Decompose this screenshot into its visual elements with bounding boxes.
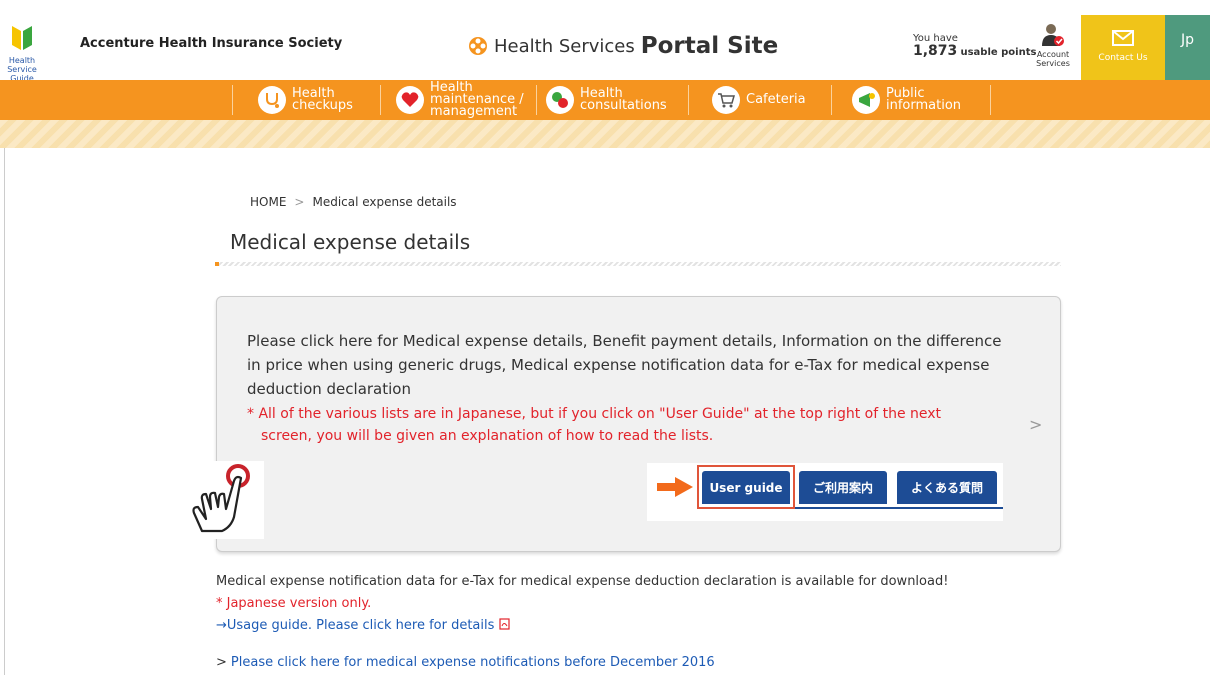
japanese-only-note: * Japanese version only. [216,596,372,611]
account-services-button[interactable]: Account Services [1034,22,1072,68]
arrow-right-icon [657,477,693,497]
org-name: Accenture Health Insurance Society [80,36,343,51]
card-note-line1: * All of the various lists are in Japane… [247,406,942,422]
info-megaphone-icon [852,86,880,114]
old-notifications-label: Please click here for medical expense no… [230,655,715,670]
portal-big: Portal Site [640,33,779,59]
pdf-icon [498,618,510,630]
nav-health-checkups[interactable]: Health checkups [258,80,353,120]
heart-icon [396,86,424,114]
header: Health Service Guide Accenture Health In… [0,0,1210,83]
health-service-guide-link[interactable]: Health Service Guide [0,24,44,84]
nav-divider [990,85,991,115]
nav-label: Health consultations [580,86,667,113]
usage-guide-jp-button[interactable]: ご利用案内 [799,471,887,504]
health-service-guide-label: Health Service Guide [7,56,37,83]
card-note-line2: screen, you will be given an explanation… [261,428,714,444]
chevron-right-icon: > [1029,415,1043,434]
nav-label: Health maintenance / management [430,80,524,119]
pointing-hand-icon [184,461,264,539]
stethoscope-icon [258,86,286,114]
left-border [4,148,5,675]
link-marker: > [216,655,227,670]
chat-bubbles-icon [546,86,574,114]
portal-flower-icon [469,37,487,55]
contact-us-button[interactable]: Contact Us [1081,15,1165,80]
usage-guide-link[interactable]: →Usage guide. Please click here for deta… [216,618,510,633]
beginner-mark-icon [12,26,32,50]
points-value: 1,873 [913,43,958,59]
main-nav: Health checkups Health maintenance / manage… [0,80,1210,120]
contact-us-label: Contact Us [1098,53,1148,63]
nav-label: Health checkups [292,86,353,113]
nav-divider [688,85,689,115]
account-services-label: Account Services [1036,50,1070,68]
nav-divider [536,85,537,115]
medical-expense-link-card[interactable]: Please click here for Medical expense de… [184,296,1061,552]
breadcrumb: HOME > Medical expense details [250,195,457,209]
card-description: Please click here for Medical expense de… [247,332,1002,398]
screenshot-button-strip: User guide ご利用案内 よくある質問 [647,463,1003,521]
nav-divider [831,85,832,115]
nav-public-information[interactable]: Public information [852,80,961,120]
faq-jp-button[interactable]: よくある質問 [897,471,997,504]
points-display: You have 1,873 usable points [913,33,1036,59]
breadcrumb-home[interactable]: HOME [250,195,286,209]
usage-guide-link-label: →Usage guide. Please click here for deta… [216,618,495,633]
user-guide-highlight [697,465,795,509]
nav-health-maintenance[interactable]: Health maintenance / management [396,80,524,120]
page-title: Medical expense details [230,230,471,254]
language-button[interactable]: Jp [1165,15,1210,80]
title-underline-accent [215,262,219,266]
old-notifications-link[interactable]: > Please click here for medical expense n… [216,655,715,670]
portal-title: Health Services Portal Site [468,33,778,59]
card-note: * All of the various lists are in Japane… [247,403,1007,447]
nav-cafeteria[interactable]: Cafeteria [712,80,806,120]
nav-divider [380,85,381,115]
portal-prefix: Health Services [494,35,635,57]
breadcrumb-separator: > [294,195,305,209]
nav-label: Cafeteria [746,92,806,107]
nav-divider [232,85,233,115]
title-underline [215,262,1061,266]
points-suffix: usable points [960,47,1037,58]
mail-icon [1112,30,1134,46]
nav-health-consultations[interactable]: Health consultations [546,80,667,120]
breadcrumb-current: Medical expense details [312,195,457,209]
account-user-icon [1042,24,1064,46]
nav-label: Public information [886,86,962,113]
decorative-stripe [0,120,1210,148]
shopping-cart-icon [712,86,740,114]
download-notice: Medical expense notification data for e-… [216,574,949,589]
